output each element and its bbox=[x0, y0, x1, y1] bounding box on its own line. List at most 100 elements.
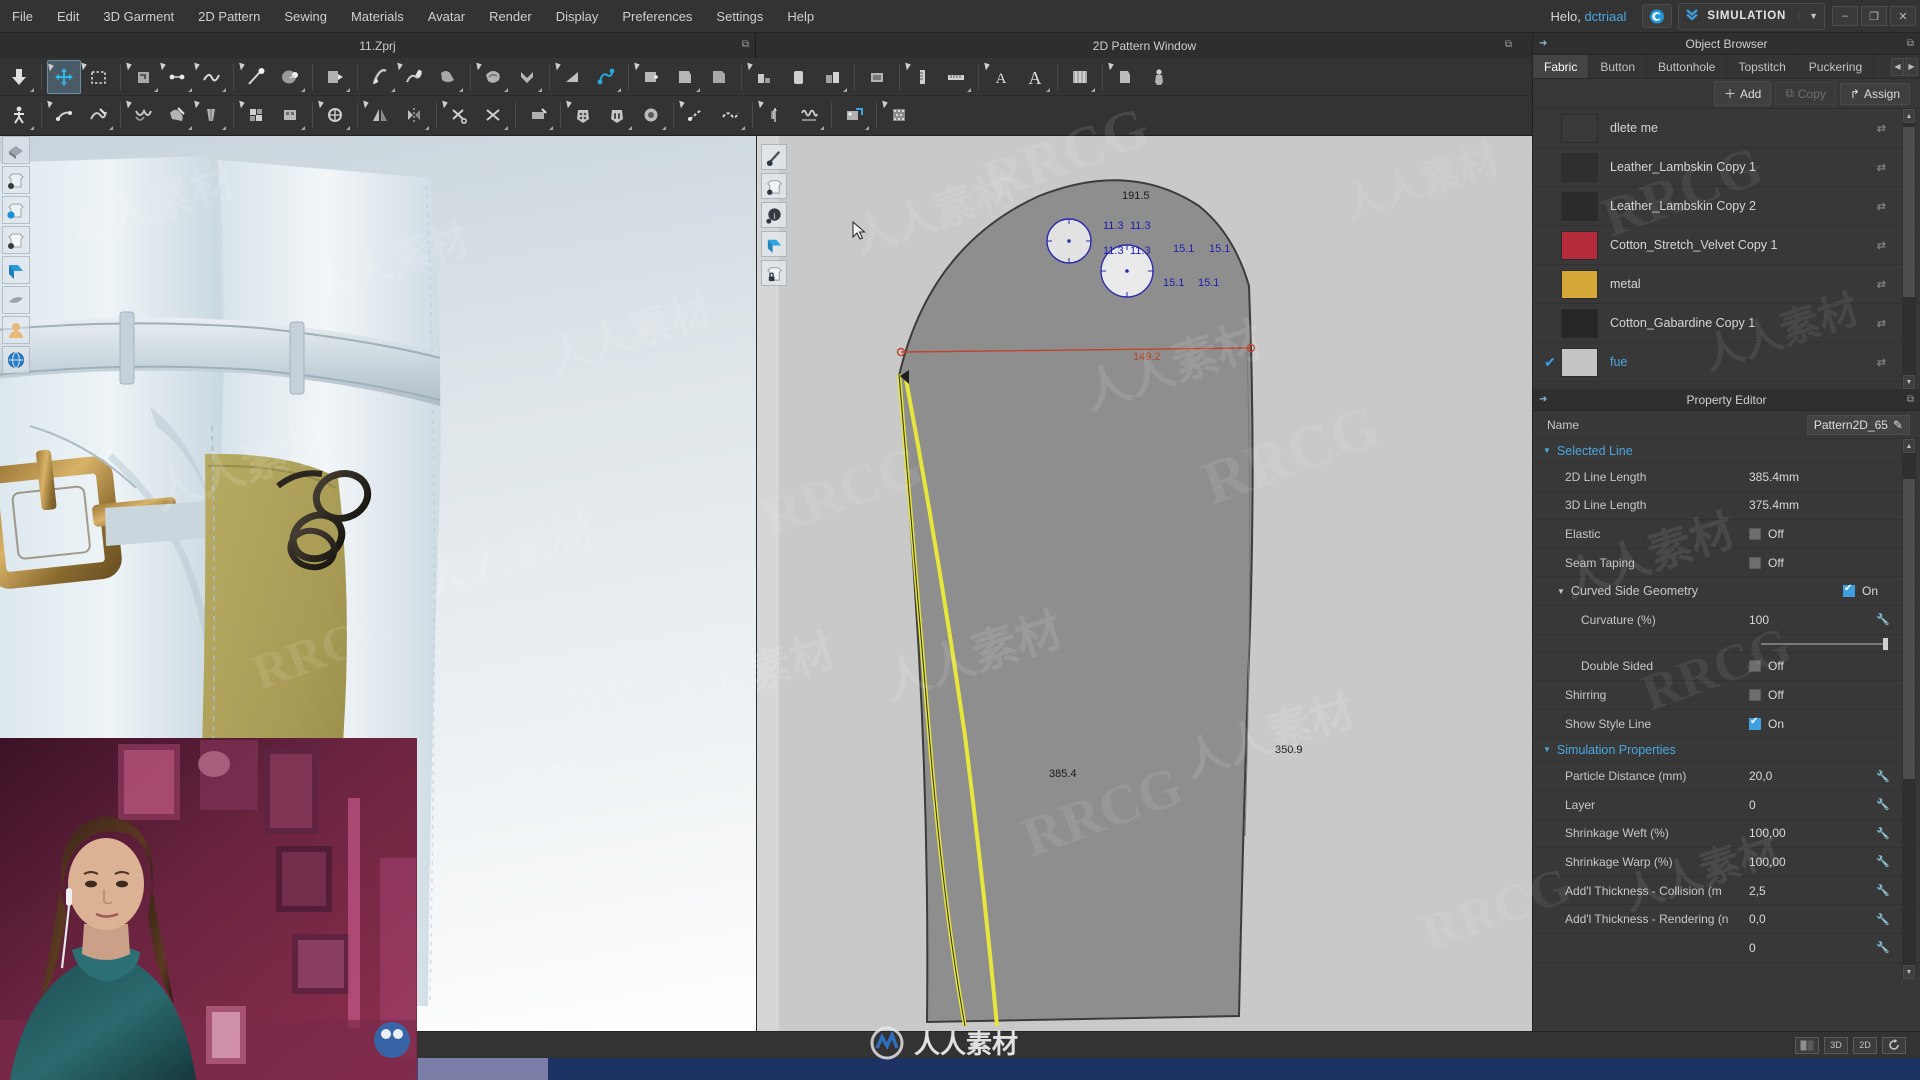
tool-expand-corner-icon[interactable] bbox=[222, 87, 226, 92]
scroll-down-icon[interactable]: ▼ bbox=[1903, 375, 1915, 389]
cloud-button[interactable] bbox=[1642, 4, 1673, 28]
select-mesh-tool[interactable] bbox=[81, 60, 115, 94]
property-value[interactable]: 100,00 bbox=[1749, 826, 1892, 840]
measure-tool[interactable] bbox=[905, 60, 939, 94]
tool-expand-corner-icon[interactable] bbox=[865, 126, 869, 130]
measure-vertical-tool[interactable] bbox=[758, 98, 792, 132]
menu-item-sewing[interactable]: Sewing bbox=[272, 5, 339, 28]
fabric-swatch[interactable] bbox=[1561, 347, 1598, 377]
zipper-tool[interactable] bbox=[363, 60, 397, 94]
fabric-row[interactable]: dlete me ⇄ bbox=[1533, 109, 1920, 148]
fabric-swatch[interactable] bbox=[1561, 191, 1598, 221]
menu-item-avatar[interactable]: Avatar bbox=[416, 5, 477, 28]
fabric-list-scrollbar[interactable]: ▲ ▼ bbox=[1902, 109, 1916, 389]
expand-object-browser-icon[interactable]: ⧉ bbox=[1907, 38, 1914, 49]
property-value[interactable]: 385.4mm bbox=[1749, 470, 1892, 484]
fabric-row[interactable]: Cotton_Stretch_Velvet Copy 1 ⇄ bbox=[1533, 226, 1920, 265]
pin-icon[interactable]: ➜ bbox=[1539, 38, 1547, 49]
split-view-icon[interactable] bbox=[1795, 1036, 1819, 1054]
menu-item-3d-garment[interactable]: 3D Garment bbox=[91, 5, 186, 28]
swap-icon[interactable]: ⇄ bbox=[1877, 200, 1886, 213]
buttonhole-tool[interactable] bbox=[600, 98, 634, 132]
property-value[interactable]: 0 bbox=[1749, 941, 1892, 955]
view-3d-icon[interactable]: 3D bbox=[1824, 1036, 1848, 1054]
tool-expand-corner-icon[interactable] bbox=[222, 126, 226, 130]
show-texture-2d-icon[interactable] bbox=[761, 231, 787, 257]
sleeve-tool[interactable] bbox=[476, 60, 510, 94]
menu-item-settings[interactable]: Settings bbox=[704, 5, 775, 28]
tool-expand-corner-icon[interactable] bbox=[301, 126, 305, 130]
collar-tool[interactable] bbox=[510, 60, 544, 94]
environment-icon[interactable] bbox=[2, 346, 30, 374]
caret-down-icon[interactable]: ▼ bbox=[1543, 745, 1551, 754]
swap-icon[interactable]: ⇄ bbox=[1877, 239, 1886, 252]
tack-tool[interactable] bbox=[273, 60, 307, 94]
tool-expand-corner-icon[interactable] bbox=[628, 126, 632, 130]
ruler-tool[interactable] bbox=[939, 60, 973, 94]
property-value[interactable]: Off bbox=[1749, 659, 1892, 673]
fold-tool[interactable] bbox=[160, 98, 194, 132]
property-value[interactable]: 2,5 bbox=[1749, 884, 1892, 898]
property-group-header[interactable]: ▼ Curved Side Geometry On bbox=[1533, 577, 1920, 606]
checkbox[interactable] bbox=[1749, 527, 1761, 540]
wrench-icon[interactable]: 🔧 bbox=[1876, 884, 1890, 897]
tool-expand-corner-icon[interactable] bbox=[967, 87, 971, 92]
pencil-icon[interactable]: ✎ bbox=[1893, 418, 1903, 432]
tool-expand-corner-icon[interactable] bbox=[696, 87, 700, 92]
property-value[interactable]: 100 bbox=[1749, 613, 1892, 627]
avatar-icon[interactable] bbox=[2, 316, 30, 344]
menu-item-help[interactable]: Help bbox=[775, 5, 826, 28]
edit-curvature-tool[interactable] bbox=[194, 60, 228, 94]
fabric-roll-tool[interactable] bbox=[1108, 60, 1142, 94]
property-scroll-thumb[interactable] bbox=[1903, 479, 1915, 779]
tool-expand-corner-icon[interactable] bbox=[538, 87, 542, 92]
tool-expand-corner-icon[interactable] bbox=[504, 87, 508, 92]
snap-tool[interactable] bbox=[634, 98, 668, 132]
menu-item-preferences[interactable]: Preferences bbox=[610, 5, 704, 28]
tool-expand-corner-icon[interactable] bbox=[346, 126, 350, 130]
checkbox[interactable] bbox=[1749, 660, 1761, 673]
wrench-icon[interactable]: 🔧 bbox=[1876, 613, 1890, 626]
checkbox[interactable] bbox=[1749, 716, 1761, 730]
edit-curve-point-tool[interactable] bbox=[160, 60, 194, 94]
property-value[interactable]: On bbox=[1749, 716, 1892, 731]
tool-expand-corner-icon[interactable] bbox=[617, 87, 621, 92]
graphic-tool[interactable] bbox=[837, 98, 871, 132]
scroll-up-icon[interactable]: ▲ bbox=[1903, 109, 1915, 123]
pattern-window-tab[interactable]: 2D Pattern Window ⧉ bbox=[757, 33, 1532, 58]
internal-rect-tool[interactable] bbox=[815, 60, 849, 94]
tool-expand-corner-icon[interactable] bbox=[30, 126, 34, 130]
tool-expand-corner-icon[interactable] bbox=[1091, 87, 1095, 92]
tool-expand-corner-icon[interactable] bbox=[1046, 87, 1050, 92]
tool-expand-corner-icon[interactable] bbox=[843, 87, 847, 92]
fabric-row[interactable]: Cotton_Gabardine Copy 1 ⇄ bbox=[1533, 304, 1920, 343]
grading-tool[interactable] bbox=[1063, 60, 1097, 94]
property-value[interactable]: Off bbox=[1749, 688, 1892, 702]
sew-free-tool[interactable] bbox=[81, 98, 115, 132]
tool-expand-corner-icon[interactable] bbox=[188, 87, 192, 92]
property-name-field[interactable]: Pattern2D_65 ✎ bbox=[1806, 414, 1910, 435]
tool-expand-corner-icon[interactable] bbox=[391, 87, 395, 92]
fabric-swatch[interactable] bbox=[1561, 230, 1598, 260]
tab-topstitch[interactable]: Topstitch bbox=[1727, 55, 1798, 78]
fabric-swatch[interactable] bbox=[1561, 308, 1598, 338]
property-group-value[interactable]: On bbox=[1842, 583, 1878, 598]
fur-brush-tool[interactable] bbox=[397, 60, 431, 94]
menu-item-2d-pattern[interactable]: 2D Pattern bbox=[186, 5, 272, 28]
print-layout-alt-tool[interactable] bbox=[273, 98, 307, 132]
slider-knob[interactable] bbox=[1883, 637, 1888, 650]
lock-pattern-icon[interactable] bbox=[761, 260, 787, 286]
fabric-swatch[interactable] bbox=[1561, 113, 1598, 143]
pin-tool[interactable] bbox=[239, 60, 273, 94]
show-shade-icon[interactable] bbox=[2, 286, 30, 314]
fabric-swatch[interactable] bbox=[1561, 269, 1598, 299]
view-2d-icon[interactable]: 2D bbox=[1853, 1036, 1877, 1054]
wrench-icon[interactable]: 🔧 bbox=[1876, 913, 1890, 926]
checkbox[interactable] bbox=[1842, 583, 1855, 598]
tool-expand-corner-icon[interactable] bbox=[741, 126, 745, 130]
grid-snap-tool[interactable] bbox=[318, 98, 352, 132]
fabric-row[interactable]: Leather_Lambskin Copy 1 ⇄ bbox=[1533, 148, 1920, 187]
curvature-slider[interactable] bbox=[1533, 635, 1920, 653]
polygon-tool[interactable] bbox=[555, 60, 589, 94]
fold-arrange-tool[interactable] bbox=[318, 60, 352, 94]
